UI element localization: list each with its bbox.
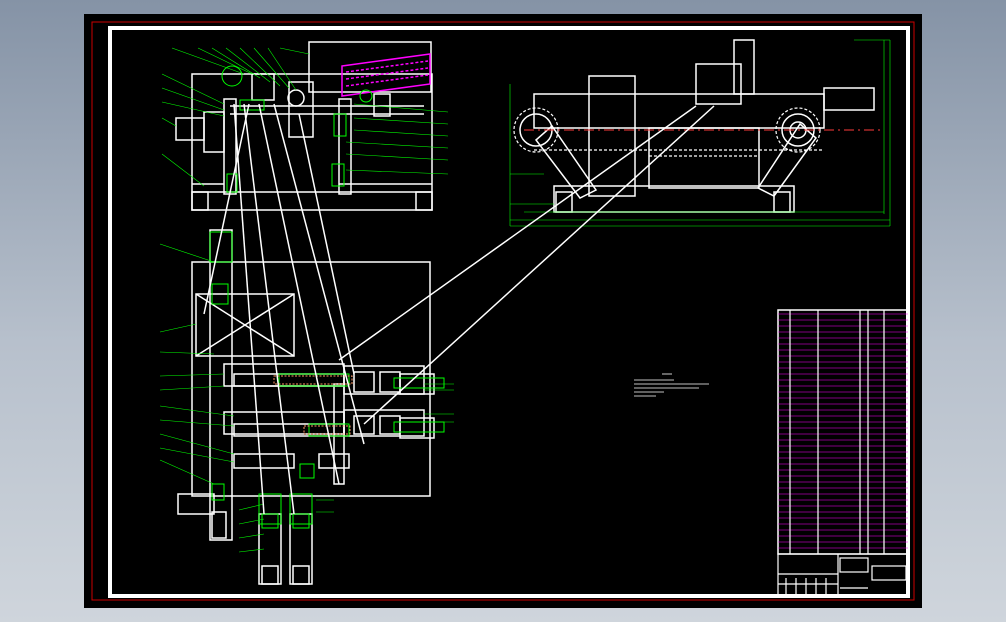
- cad-drawing: [91, 21, 915, 601]
- mesh-belt-hatch: [341, 53, 431, 97]
- front-view-track-chain: [513, 107, 824, 157]
- side-view-green-parts: [221, 65, 373, 193]
- plan-view-green-parts: [209, 231, 445, 529]
- section-reference-lines: [203, 103, 715, 515]
- side-elevation-view: [175, 41, 433, 211]
- parts-list-table: [777, 309, 909, 555]
- side-view-leader-lines: [161, 47, 449, 187]
- technical-notes: [634, 373, 709, 397]
- plan-view-leader-lines: [159, 243, 454, 553]
- plan-view: [177, 229, 435, 585]
- front-elevation-view: [519, 39, 875, 213]
- cad-drawing-viewport[interactable]: [84, 14, 922, 608]
- title-block: [777, 553, 909, 597]
- sheet-inner-border: [108, 26, 910, 598]
